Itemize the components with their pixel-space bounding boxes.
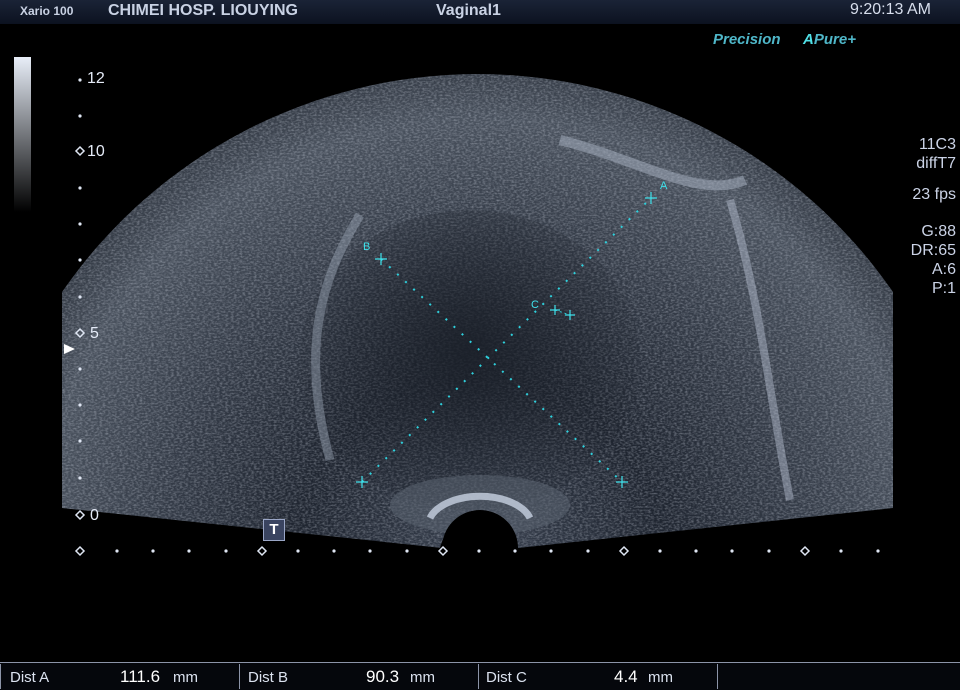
marker-a-label: A xyxy=(660,180,668,192)
dist-a-value: 111.6 xyxy=(120,667,161,686)
dist-a-unit: mm xyxy=(173,669,198,686)
ultrasound-image: A B C xyxy=(14,57,893,557)
marker-b-label: B xyxy=(363,241,370,253)
lateral-scale-dots xyxy=(115,549,880,553)
depth-label-12: 12 xyxy=(87,70,105,87)
dynamic-range-label: DR:65 xyxy=(910,242,956,259)
dist-c-value: 4.4 xyxy=(614,667,638,686)
dist-a-label: Dist A xyxy=(10,669,50,686)
dist-c-unit: mm xyxy=(648,669,673,686)
imaging-parameters: 11C3 diffT7 23 fps G:88 DR:65 A:6 P:1 xyxy=(911,135,956,298)
a-label: A:6 xyxy=(931,261,956,278)
p-label: P:1 xyxy=(931,280,956,297)
depth-label-5: 5 xyxy=(90,325,99,342)
marker-c-label: C xyxy=(531,299,539,311)
dist-b-value: 90.3 xyxy=(366,667,400,686)
probe-label: 11C3 xyxy=(918,136,956,153)
depth-label-0: 0 xyxy=(90,507,99,524)
gray-scale-bar xyxy=(14,57,31,212)
dist-c-label: Dist C xyxy=(486,669,527,686)
dist-b-label: Dist B xyxy=(248,669,289,686)
measurement-cell-empty xyxy=(717,664,960,689)
dist-b-unit: mm xyxy=(410,669,435,686)
fps-label: 23 fps xyxy=(912,186,956,203)
trapezoid-mode-icon[interactable]: T xyxy=(263,519,285,541)
mode-label: diffT7 xyxy=(916,155,956,172)
gain-label: G:88 xyxy=(921,223,956,240)
depth-label-10: 10 xyxy=(87,143,105,160)
